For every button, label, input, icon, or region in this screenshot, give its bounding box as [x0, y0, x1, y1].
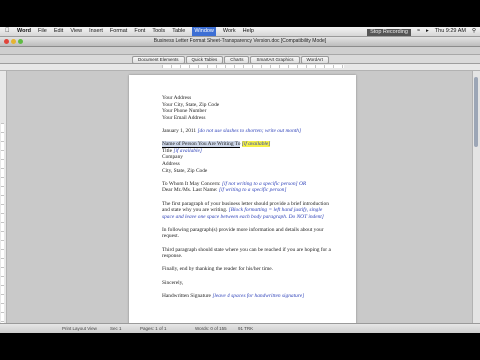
status-view[interactable]: Print Layout View [62, 324, 97, 333]
window-title: Business Letter Format Sheet-Transparenc… [153, 38, 327, 44]
date-line: January 1, 2011 [do not use slashes to s… [162, 128, 332, 135]
elements-gallery: Document Elements Quick Tables Charts Sm… [0, 55, 480, 64]
body-paragraph-3: Third paragraph should state where you c… [162, 246, 331, 260]
menu-insert[interactable]: Insert [89, 27, 103, 36]
menu-format[interactable]: Format [110, 27, 127, 36]
menu-app-word[interactable]: Word [17, 27, 31, 36]
menu-tools[interactable]: Tools [152, 27, 165, 36]
salutation-2-note: [if writing to a specific person] [218, 187, 287, 194]
return-address-line: Your Address [162, 95, 192, 101]
status-bar: Print Layout View Sec 1 Pages: 1 of 1 Wo… [0, 323, 480, 333]
date-text: January 1, 2011 [162, 127, 197, 134]
menu-help[interactable]: Help [243, 27, 254, 36]
menu-clock[interactable]: Thu 9:29 AM [435, 27, 466, 36]
status-section: Sec 1 [110, 326, 122, 331]
menu-view[interactable]: View [70, 27, 82, 36]
volume-icon[interactable]: ▸ [426, 27, 429, 36]
recipient-title: Title [162, 147, 172, 154]
recipient-line: City, State, Zip Code [162, 167, 208, 174]
tab-smartart-graphics[interactable]: SmartArt Graphics [250, 56, 300, 64]
salutation-2: Dear Mr./Ms. Last Name: [162, 187, 218, 194]
return-address-line: Your City, State, Zip Code [162, 101, 220, 108]
scrollbar-thumb[interactable] [474, 77, 478, 147]
recipient-note: [if available] [241, 141, 271, 148]
horizontal-ruler[interactable] [0, 64, 480, 71]
body-paragraph-4: Finally, end by thanking the reader for … [162, 266, 274, 273]
spotlight-icon[interactable]: ⚲ [472, 27, 476, 36]
tab-document-elements[interactable]: Document Elements [132, 56, 185, 64]
status-words: Words: 0 of 155 [195, 326, 227, 331]
menu-edit[interactable]: Edit [54, 27, 63, 36]
tab-quick-tables[interactable]: Quick Tables [185, 56, 224, 64]
menu-file[interactable]: File [38, 27, 47, 36]
vertical-ruler[interactable] [0, 71, 7, 323]
status-pages: Pages: 1 of 1 [140, 326, 167, 331]
salutation-1: To Whom It May Concern: [162, 180, 221, 187]
salutation-1-note: [if not writing to a specific person] OR [221, 180, 307, 187]
apple-icon[interactable]:  [5, 27, 10, 36]
tab-wordart[interactable]: WordArt [300, 56, 329, 64]
menu-bar:  Word File Edit View Insert Format Font… [0, 27, 480, 37]
recipient-title-note: [if available] [173, 147, 202, 154]
standard-toolbar [0, 47, 480, 55]
stop-recording-button[interactable]: Stop Recording [367, 28, 411, 36]
menu-extras: Stop Recording ≈ ▸ Thu 9:29 AM ⚲ [361, 27, 476, 36]
menu-work[interactable]: Work [223, 27, 236, 36]
vertical-scrollbar[interactable] [472, 71, 480, 323]
tab-charts[interactable]: Charts [224, 56, 250, 64]
signature-note: [leave 4 spaces for handwritten signatur… [212, 292, 305, 299]
menu-list: Word File Edit View Insert Format Font T… [17, 27, 261, 36]
document-page[interactable]: Your Address Your City, State, Zip Code … [129, 75, 356, 333]
body-paragraph-2: In following paragraph(s) provide more i… [162, 226, 324, 240]
return-address-line: Your Email Address [162, 114, 206, 121]
recipient-line: Address [162, 160, 180, 167]
screen:  Word File Edit View Insert Format Font… [0, 27, 480, 333]
minimize-window-button[interactable] [11, 39, 16, 44]
recipient-title-line: Title [if available] [162, 148, 332, 155]
close-window-button[interactable] [4, 39, 9, 44]
recipient-line: Company [162, 154, 183, 161]
menu-table[interactable]: Table [172, 27, 185, 36]
menu-font[interactable]: Font [134, 27, 145, 36]
menu-window[interactable]: Window [192, 27, 216, 36]
status-zoom: 91 TRK [238, 326, 254, 331]
signature-line: Handwritten Signature [leave 4 spaces fo… [162, 293, 332, 300]
window-title-bar: Business Letter Format Sheet-Transparenc… [0, 37, 480, 47]
zoom-window-button[interactable] [18, 39, 23, 44]
wifi-icon[interactable]: ≈ [417, 27, 420, 36]
closing-line: Sincerely, [162, 279, 184, 286]
return-address-line: Your Phone Number [162, 108, 207, 115]
signature-text: Handwritten Signature [162, 292, 211, 299]
window-controls [4, 39, 25, 44]
body-paragraph-1: The first paragraph of your business let… [162, 201, 332, 221]
recipient-name-line: Name of Person You Are Writing To [if av… [162, 141, 332, 149]
date-note: [do not use slashes to shorten; write ou… [197, 127, 302, 134]
salutation-line: Dear Mr./Ms. Last Name: [if writing to a… [162, 187, 332, 194]
letter-body[interactable]: Your Address Your City, State, Zip Code … [162, 95, 332, 299]
